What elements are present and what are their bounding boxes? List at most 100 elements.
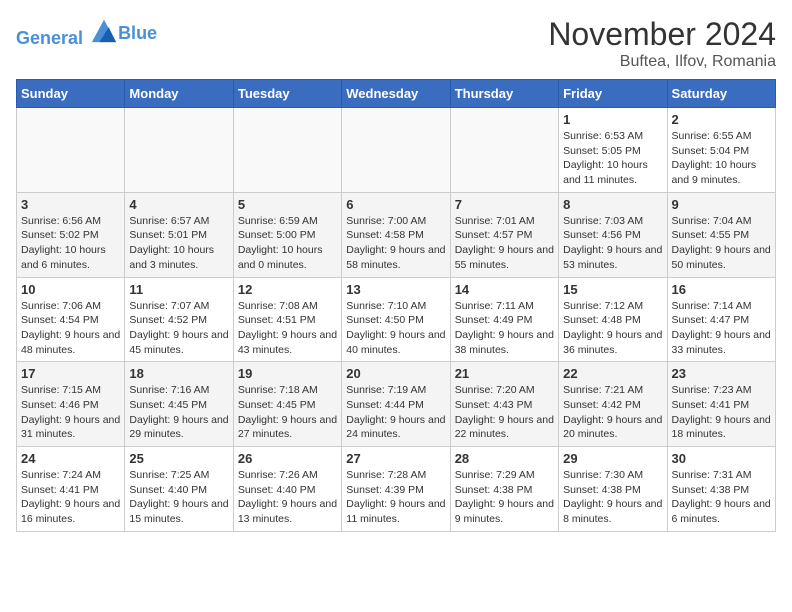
day-info: Sunrise: 7:20 AMSunset: 4:43 PMDaylight:… xyxy=(455,383,554,442)
week-row-4: 17 Sunrise: 7:15 AMSunset: 4:46 PMDayligh… xyxy=(17,362,776,447)
calendar-cell: 2 Sunrise: 6:55 AMSunset: 5:04 PMDaylight… xyxy=(667,108,775,193)
calendar-cell: 15 Sunrise: 7:12 AMSunset: 4:48 PMDayligh… xyxy=(559,277,667,362)
day-info: Sunrise: 7:00 AMSunset: 4:58 PMDaylight:… xyxy=(346,214,445,273)
calendar-cell: 1 Sunrise: 6:53 AMSunset: 5:05 PMDaylight… xyxy=(559,108,667,193)
day-info: Sunrise: 7:19 AMSunset: 4:44 PMDaylight:… xyxy=(346,383,445,442)
day-info: Sunrise: 7:12 AMSunset: 4:48 PMDaylight:… xyxy=(563,299,662,358)
logo-blue: Blue xyxy=(118,24,157,44)
calendar-cell: 28Sunrise: 7:29 AMSunset: 4:38 PMDayligh… xyxy=(450,447,558,532)
day-info: Sunrise: 6:56 AMSunset: 5:02 PMDaylight:… xyxy=(21,214,120,273)
day-info: Sunrise: 7:18 AMSunset: 4:45 PMDaylight:… xyxy=(238,383,337,442)
day-number: 5 xyxy=(238,197,337,212)
day-number: 14 xyxy=(455,282,554,297)
calendar-cell: 3Sunrise: 6:56 AMSunset: 5:02 PMDaylight… xyxy=(17,192,125,277)
calendar-table: SundayMondayTuesdayWednesdayThursdayFrid… xyxy=(16,79,776,532)
day-number: 7 xyxy=(455,197,554,212)
day-number: 1 xyxy=(563,112,662,127)
day-number: 26 xyxy=(238,451,337,466)
day-number: 4 xyxy=(129,197,228,212)
day-number: 8 xyxy=(563,197,662,212)
day-info: Sunrise: 7:03 AMSunset: 4:56 PMDaylight:… xyxy=(563,214,662,273)
month-title: November 2024 xyxy=(548,16,776,53)
day-number: 13 xyxy=(346,282,445,297)
calendar-cell: 30 Sunrise: 7:31 AMSunset: 4:38 PMDayligh… xyxy=(667,447,775,532)
logo-icon xyxy=(90,16,118,44)
day-number: 24 xyxy=(21,451,120,466)
day-number: 30 xyxy=(672,451,771,466)
calendar-cell: 14 Sunrise: 7:11 AMSunset: 4:49 PMDayligh… xyxy=(450,277,558,362)
day-number: 9 xyxy=(672,197,771,212)
title-block: November 2024 Buftea, Ilfov, Romania xyxy=(548,16,776,71)
calendar-cell: 17 Sunrise: 7:15 AMSunset: 4:46 PMDayligh… xyxy=(17,362,125,447)
page-header: General Blue November 2024 Buftea, Ilfov… xyxy=(16,16,776,71)
week-row-2: 3Sunrise: 6:56 AMSunset: 5:02 PMDaylight… xyxy=(17,192,776,277)
day-info: Sunrise: 7:21 AMSunset: 4:42 PMDaylight:… xyxy=(563,383,662,442)
day-number: 23 xyxy=(672,366,771,381)
day-number: 6 xyxy=(346,197,445,212)
day-info: Sunrise: 6:53 AMSunset: 5:05 PMDaylight:… xyxy=(563,129,662,188)
col-header-wednesday: Wednesday xyxy=(342,80,450,108)
day-number: 20 xyxy=(346,366,445,381)
calendar-cell: 12 Sunrise: 7:08 AMSunset: 4:51 PMDayligh… xyxy=(233,277,341,362)
calendar-cell: 4 Sunrise: 6:57 AMSunset: 5:01 PMDaylight… xyxy=(125,192,233,277)
day-number: 12 xyxy=(238,282,337,297)
day-info: Sunrise: 7:28 AMSunset: 4:39 PMDaylight:… xyxy=(346,468,445,527)
calendar-header-row: SundayMondayTuesdayWednesdayThursdayFrid… xyxy=(17,80,776,108)
day-info: Sunrise: 7:15 AMSunset: 4:46 PMDaylight:… xyxy=(21,383,120,442)
day-info: Sunrise: 7:16 AMSunset: 4:45 PMDaylight:… xyxy=(129,383,228,442)
calendar-cell: 25Sunrise: 7:25 AMSunset: 4:40 PMDayligh… xyxy=(125,447,233,532)
day-info: Sunrise: 7:08 AMSunset: 4:51 PMDaylight:… xyxy=(238,299,337,358)
day-info: Sunrise: 7:26 AMSunset: 4:40 PMDaylight:… xyxy=(238,468,337,527)
calendar-cell: 9 Sunrise: 7:04 AMSunset: 4:55 PMDaylight… xyxy=(667,192,775,277)
day-info: Sunrise: 7:24 AMSunset: 4:41 PMDaylight:… xyxy=(21,468,120,527)
calendar-cell: 20 Sunrise: 7:19 AMSunset: 4:44 PMDayligh… xyxy=(342,362,450,447)
col-header-thursday: Thursday xyxy=(450,80,558,108)
calendar-cell: 22 Sunrise: 7:21 AMSunset: 4:42 PMDayligh… xyxy=(559,362,667,447)
calendar-cell: 26 Sunrise: 7:26 AMSunset: 4:40 PMDayligh… xyxy=(233,447,341,532)
day-number: 25 xyxy=(129,451,228,466)
calendar-cell: 23 Sunrise: 7:23 AMSunset: 4:41 PMDayligh… xyxy=(667,362,775,447)
day-number: 21 xyxy=(455,366,554,381)
day-number: 2 xyxy=(672,112,771,127)
day-info: Sunrise: 7:30 AMSunset: 4:38 PMDaylight:… xyxy=(563,468,662,527)
day-number: 17 xyxy=(21,366,120,381)
calendar-cell: 10Sunrise: 7:06 AMSunset: 4:54 PMDayligh… xyxy=(17,277,125,362)
col-header-monday: Monday xyxy=(125,80,233,108)
calendar-cell: 24 Sunrise: 7:24 AMSunset: 4:41 PMDayligh… xyxy=(17,447,125,532)
day-number: 22 xyxy=(563,366,662,381)
calendar-cell: 19 Sunrise: 7:18 AMSunset: 4:45 PMDayligh… xyxy=(233,362,341,447)
day-number: 11 xyxy=(129,282,228,297)
calendar-cell: 7 Sunrise: 7:01 AMSunset: 4:57 PMDaylight… xyxy=(450,192,558,277)
calendar-cell: 18Sunrise: 7:16 AMSunset: 4:45 PMDayligh… xyxy=(125,362,233,447)
day-number: 16 xyxy=(672,282,771,297)
col-header-saturday: Saturday xyxy=(667,80,775,108)
day-info: Sunrise: 6:55 AMSunset: 5:04 PMDaylight:… xyxy=(672,129,771,188)
day-info: Sunrise: 6:57 AMSunset: 5:01 PMDaylight:… xyxy=(129,214,228,273)
col-header-friday: Friday xyxy=(559,80,667,108)
day-info: Sunrise: 6:59 AMSunset: 5:00 PMDaylight:… xyxy=(238,214,337,273)
week-row-1: 1 Sunrise: 6:53 AMSunset: 5:05 PMDaylight… xyxy=(17,108,776,193)
day-info: Sunrise: 7:01 AMSunset: 4:57 PMDaylight:… xyxy=(455,214,554,273)
day-number: 27 xyxy=(346,451,445,466)
calendar-cell: 13 Sunrise: 7:10 AMSunset: 4:50 PMDayligh… xyxy=(342,277,450,362)
calendar-cell: 5 Sunrise: 6:59 AMSunset: 5:00 PMDaylight… xyxy=(233,192,341,277)
day-number: 29 xyxy=(563,451,662,466)
day-number: 15 xyxy=(563,282,662,297)
day-number: 28 xyxy=(455,451,554,466)
day-info: Sunrise: 7:23 AMSunset: 4:41 PMDaylight:… xyxy=(672,383,771,442)
calendar-cell: 27 Sunrise: 7:28 AMSunset: 4:39 PMDayligh… xyxy=(342,447,450,532)
day-info: Sunrise: 7:11 AMSunset: 4:49 PMDaylight:… xyxy=(455,299,554,358)
calendar-cell: 8 Sunrise: 7:03 AMSunset: 4:56 PMDaylight… xyxy=(559,192,667,277)
day-info: Sunrise: 7:10 AMSunset: 4:50 PMDaylight:… xyxy=(346,299,445,358)
calendar-cell: 11Sunrise: 7:07 AMSunset: 4:52 PMDayligh… xyxy=(125,277,233,362)
day-info: Sunrise: 7:04 AMSunset: 4:55 PMDaylight:… xyxy=(672,214,771,273)
calendar-cell: 16Sunrise: 7:14 AMSunset: 4:47 PMDayligh… xyxy=(667,277,775,362)
calendar-cell xyxy=(125,108,233,193)
day-info: Sunrise: 7:31 AMSunset: 4:38 PMDaylight:… xyxy=(672,468,771,527)
day-number: 19 xyxy=(238,366,337,381)
week-row-5: 24 Sunrise: 7:24 AMSunset: 4:41 PMDayligh… xyxy=(17,447,776,532)
logo: General Blue xyxy=(16,16,157,49)
calendar-cell xyxy=(233,108,341,193)
logo-text: General xyxy=(16,16,118,49)
calendar-cell: 6 Sunrise: 7:00 AMSunset: 4:58 PMDaylight… xyxy=(342,192,450,277)
